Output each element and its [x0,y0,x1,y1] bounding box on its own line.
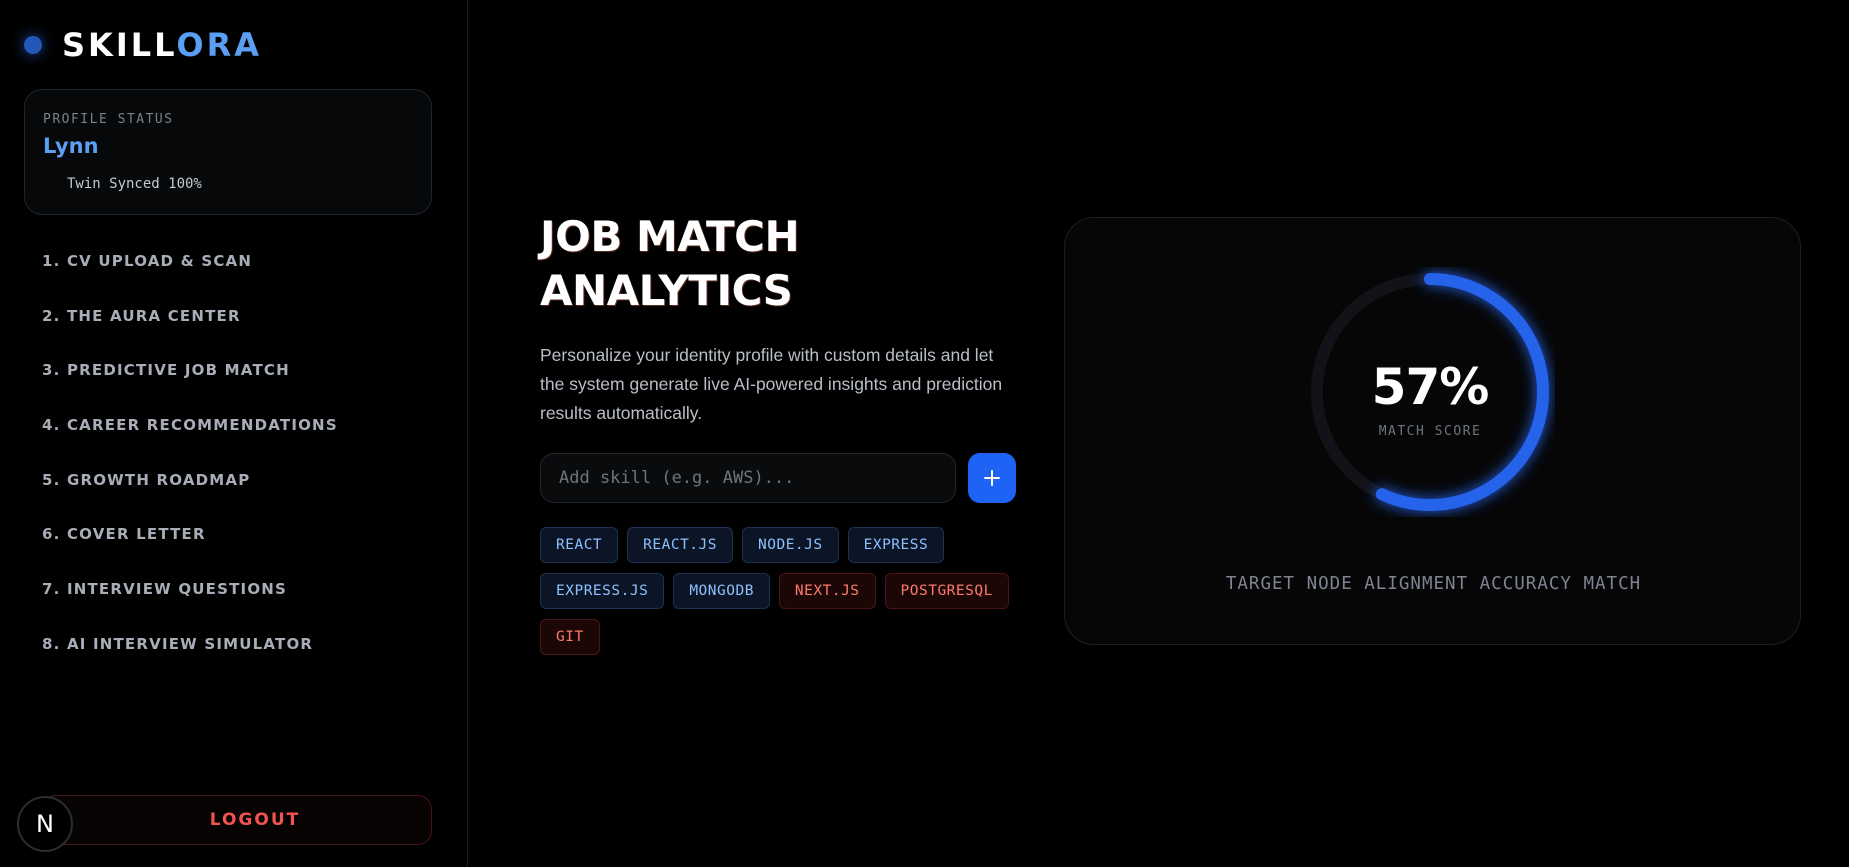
skill-tag[interactable]: MONGODB [673,573,770,609]
sidebar-item-predictive-job-match[interactable]: 3. PREDICTIVE JOB MATCH [42,361,338,416]
sidebar-item-cv-upload[interactable]: 1. CV UPLOAD & SCAN [42,252,338,307]
add-skill-input[interactable] [540,453,956,503]
brand-name-part1: SKILL [62,26,177,64]
skill-tag[interactable]: NODE.JS [742,527,839,563]
sidebar-item-aura-center[interactable]: 2. THE AURA CENTER [42,307,338,362]
brand-dot-icon [24,36,42,54]
page-title: JOB MATCH ANALYTICS [540,210,800,318]
sidebar-nav: 1. CV UPLOAD & SCAN 2. THE AURA CENTER 3… [42,252,338,690]
sidebar-item-ai-interview-simulator[interactable]: 8. AI INTERVIEW SIMULATOR [42,635,338,690]
brand-name-part2: ORA [176,26,262,64]
sidebar-item-career-recommendations[interactable]: 4. CAREER RECOMMENDATIONS [42,416,338,471]
skill-tag[interactable]: POSTGRESQL [884,573,1009,609]
page-title-line1: JOB MATCH [540,212,800,261]
skill-tag[interactable]: NEXT.JS [778,573,876,609]
sidebar-item-interview-questions[interactable]: 7. INTERVIEW QUESTIONS [42,580,338,635]
profile-name: Lynn [43,134,99,158]
logout-button[interactable]: LOGOUT [42,795,432,845]
profile-sync-status: Twin Synced 100% [67,176,202,192]
plus-icon [984,470,1000,486]
match-score-footer: TARGET NODE ALIGNMENT ACCURACY MATCH [1225,574,1642,594]
sidebar-item-growth-roadmap[interactable]: 5. GROWTH ROADMAP [42,471,338,526]
page-description: Personalize your identity profile with c… [540,345,1003,423]
sidebar-item-cover-letter[interactable]: 6. COVER LETTER [42,525,338,580]
add-skill-button[interactable] [968,453,1016,503]
skill-tags: REACT REACT.JS NODE.JS EXPRESS EXPRESS.JS MON… [540,527,1020,655]
skill-tag[interactable]: REACT.JS [627,527,733,563]
dev-badge-icon[interactable]: N [17,796,73,852]
profile-status-label: PROFILE STATUS [43,112,174,127]
skill-tag[interactable]: EXPRESS.JS [540,573,665,609]
skill-tag[interactable]: EXPRESS [847,527,945,563]
profile-status-card: PROFILE STATUS Lynn Twin Synced 100% [24,89,432,215]
brand-name: SKILLORA [62,26,262,64]
match-score-label: MATCH SCORE [1378,424,1482,439]
sidebar: SKILLORA PROFILE STATUS Lynn Twin Synced… [0,0,468,867]
brand-logo[interactable]: SKILLORA [24,26,262,64]
match-score-card: 57% MATCH SCORE TARGET NODE ALIGNMENT AC… [1064,217,1801,645]
skill-tag[interactable]: REACT [540,527,619,563]
skill-tag[interactable]: GIT [540,619,600,655]
page-title-line2: ANALYTICS [540,266,793,315]
match-score-value: 57% [1371,358,1490,416]
